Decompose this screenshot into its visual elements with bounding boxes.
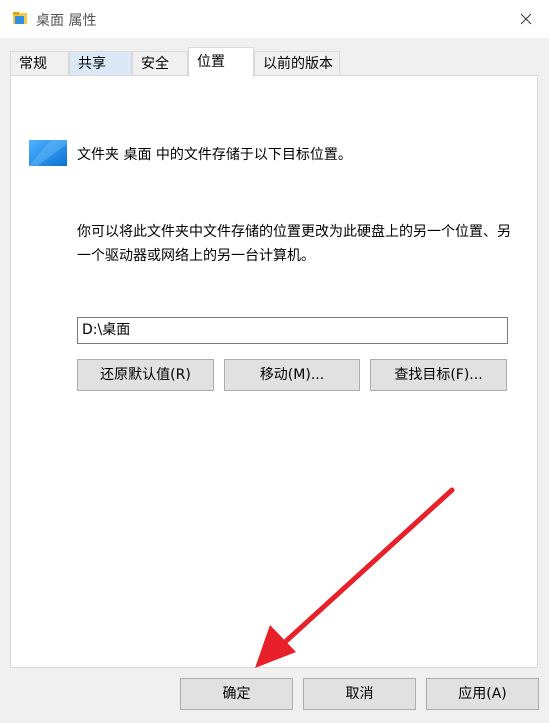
close-button[interactable] [503, 0, 549, 38]
title-bar: 桌面 属性 [0, 0, 549, 38]
folder-icon [29, 140, 67, 170]
path-input[interactable]: D:\桌面 [77, 317, 508, 344]
tab-previous-versions[interactable]: 以前的版本 [254, 51, 340, 75]
location-summary: 文件夹 桌面 中的文件存储于以下目标位置。 [77, 147, 352, 163]
restore-default-button[interactable]: 还原默认值(R) [77, 359, 214, 391]
location-description: 你可以将此文件夹中文件存储的位置更改为此硬盘上的另一个位置、另一个驱动器或网络上… [77, 224, 511, 264]
tab-strip: 常规 共享 安全 位置 以前的版本 [0, 38, 549, 77]
move-button[interactable]: 移动(M)... [224, 359, 360, 391]
tab-sharing[interactable]: 共享 [69, 51, 132, 75]
tab-security[interactable]: 安全 [132, 51, 188, 75]
dialog-client: 常规 共享 安全 位置 以前的版本 文件夹 桌面 中的文件存储于以下目标位置。 … [0, 38, 549, 723]
window-title: 桌面 属性 [36, 13, 97, 29]
apply-button[interactable]: 应用(A) [426, 678, 539, 710]
ok-button[interactable]: 确定 [180, 678, 293, 710]
tab-general[interactable]: 常规 [10, 51, 69, 75]
folder-icon [12, 10, 28, 26]
cancel-button[interactable]: 取消 [303, 678, 416, 710]
close-icon [520, 13, 532, 25]
tab-location[interactable]: 位置 [188, 47, 254, 77]
location-panel: 文件夹 桌面 中的文件存储于以下目标位置。 你可以将此文件夹中文件存储的位置更改… [10, 75, 538, 668]
find-target-button[interactable]: 查找目标(F)... [370, 359, 507, 391]
